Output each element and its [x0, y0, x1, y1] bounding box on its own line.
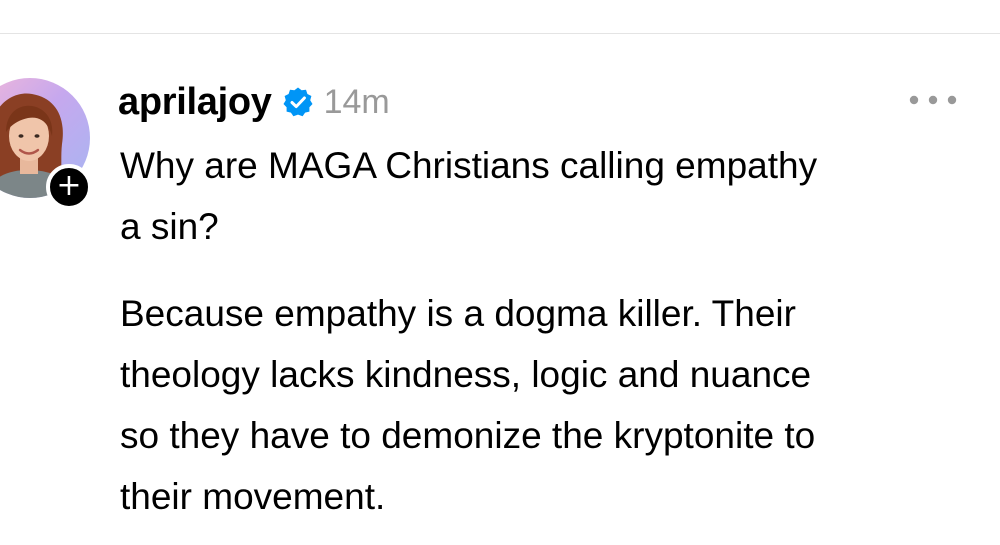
- post-header: aprilajoy 14m: [118, 80, 390, 124]
- author-avatar-container[interactable]: +: [0, 78, 94, 210]
- post-timestamp: 14m: [323, 82, 390, 121]
- more-options-icon: [909, 95, 957, 105]
- post-text-paragraph: Why are MAGA Christians calling empathy …: [120, 145, 818, 247]
- author-username[interactable]: aprilajoy: [118, 81, 272, 124]
- post-text-paragraph: Because empathy is a dogma killer. Their…: [120, 293, 816, 517]
- follow-button[interactable]: +: [46, 164, 92, 210]
- plus-icon: +: [56, 168, 82, 203]
- verified-badge-icon: [282, 86, 314, 118]
- top-divider: [0, 33, 1000, 34]
- more-options-button[interactable]: [906, 88, 960, 112]
